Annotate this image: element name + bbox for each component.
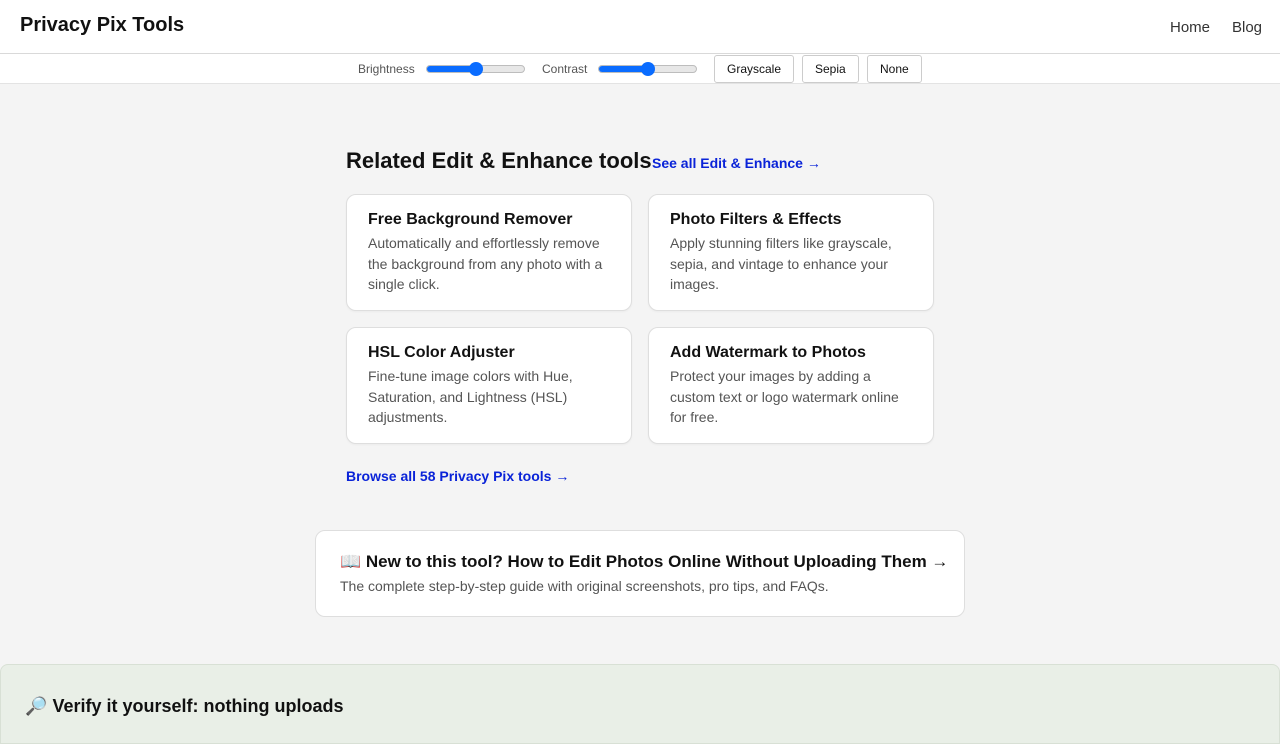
- site-brand[interactable]: Privacy Pix Tools: [20, 14, 184, 37]
- contrast-label: Contrast: [542, 62, 588, 76]
- brightness-slider[interactable]: [426, 62, 525, 76]
- nav-blog-link[interactable]: Blog: [1232, 19, 1262, 36]
- card-description: Fine-tune image colors with Hue, Saturat…: [368, 368, 573, 425]
- card-title: Free Background Remover: [368, 211, 573, 228]
- none-filter-button[interactable]: None: [867, 55, 922, 83]
- card-description: Apply stunning filters like grayscale, s…: [670, 235, 892, 292]
- related-tools-title: Related Edit & Enhance tools: [346, 148, 652, 173]
- adjustment-toolbar: Brightness Contrast Grayscale Sepia None: [0, 54, 1280, 84]
- contrast-thumb[interactable]: [640, 62, 655, 76]
- guide-title[interactable]: 📖 New to this tool? How to Edit Photos O…: [340, 552, 964, 572]
- contrast-slider[interactable]: [598, 62, 697, 76]
- card-title: Add Watermark to Photos: [670, 344, 866, 361]
- brightness-thumb[interactable]: [468, 62, 483, 76]
- tool-card-hsl-adjuster[interactable]: HSL Color Adjuster Fine-tune image color…: [346, 327, 632, 444]
- card-description: Protect your images by adding a custom t…: [670, 368, 899, 425]
- browse-all-tools-link[interactable]: Browse all 58 Privacy Pix tools →: [346, 468, 569, 484]
- tool-card-photo-filters[interactable]: Photo Filters & Effects Apply stunning f…: [648, 194, 934, 311]
- verify-heading: 🔎 Verify it yourself: nothing uploads: [25, 696, 343, 717]
- site-header: Privacy Pix Tools Home Blog: [0, 0, 1280, 54]
- see-all-link[interactable]: See all Edit & Enhance →: [652, 155, 821, 171]
- card-description: Automatically and effortlessly remove th…: [368, 235, 603, 292]
- nav-home-link[interactable]: Home: [1170, 19, 1210, 36]
- grayscale-button[interactable]: Grayscale: [714, 55, 795, 83]
- magnifier-icon: 🔎: [25, 696, 48, 716]
- tool-card-watermark[interactable]: Add Watermark to Photos Protect your ima…: [648, 327, 934, 444]
- card-title: HSL Color Adjuster: [368, 344, 515, 361]
- brightness-label: Brightness: [358, 62, 415, 76]
- sepia-button[interactable]: Sepia: [802, 55, 859, 83]
- guide-description: The complete step-by-step guide with ori…: [340, 578, 829, 594]
- guide-title-text: New to this tool? How to Edit Photos Onl…: [365, 552, 949, 571]
- guide-card[interactable]: 📖 New to this tool? How to Edit Photos O…: [315, 530, 965, 617]
- tool-card-background-remover[interactable]: Free Background Remover Automatically an…: [346, 194, 632, 311]
- book-icon: 📖: [340, 552, 362, 571]
- verify-heading-text: Verify it yourself: nothing uploads: [52, 696, 344, 716]
- card-title: Photo Filters & Effects: [670, 211, 842, 228]
